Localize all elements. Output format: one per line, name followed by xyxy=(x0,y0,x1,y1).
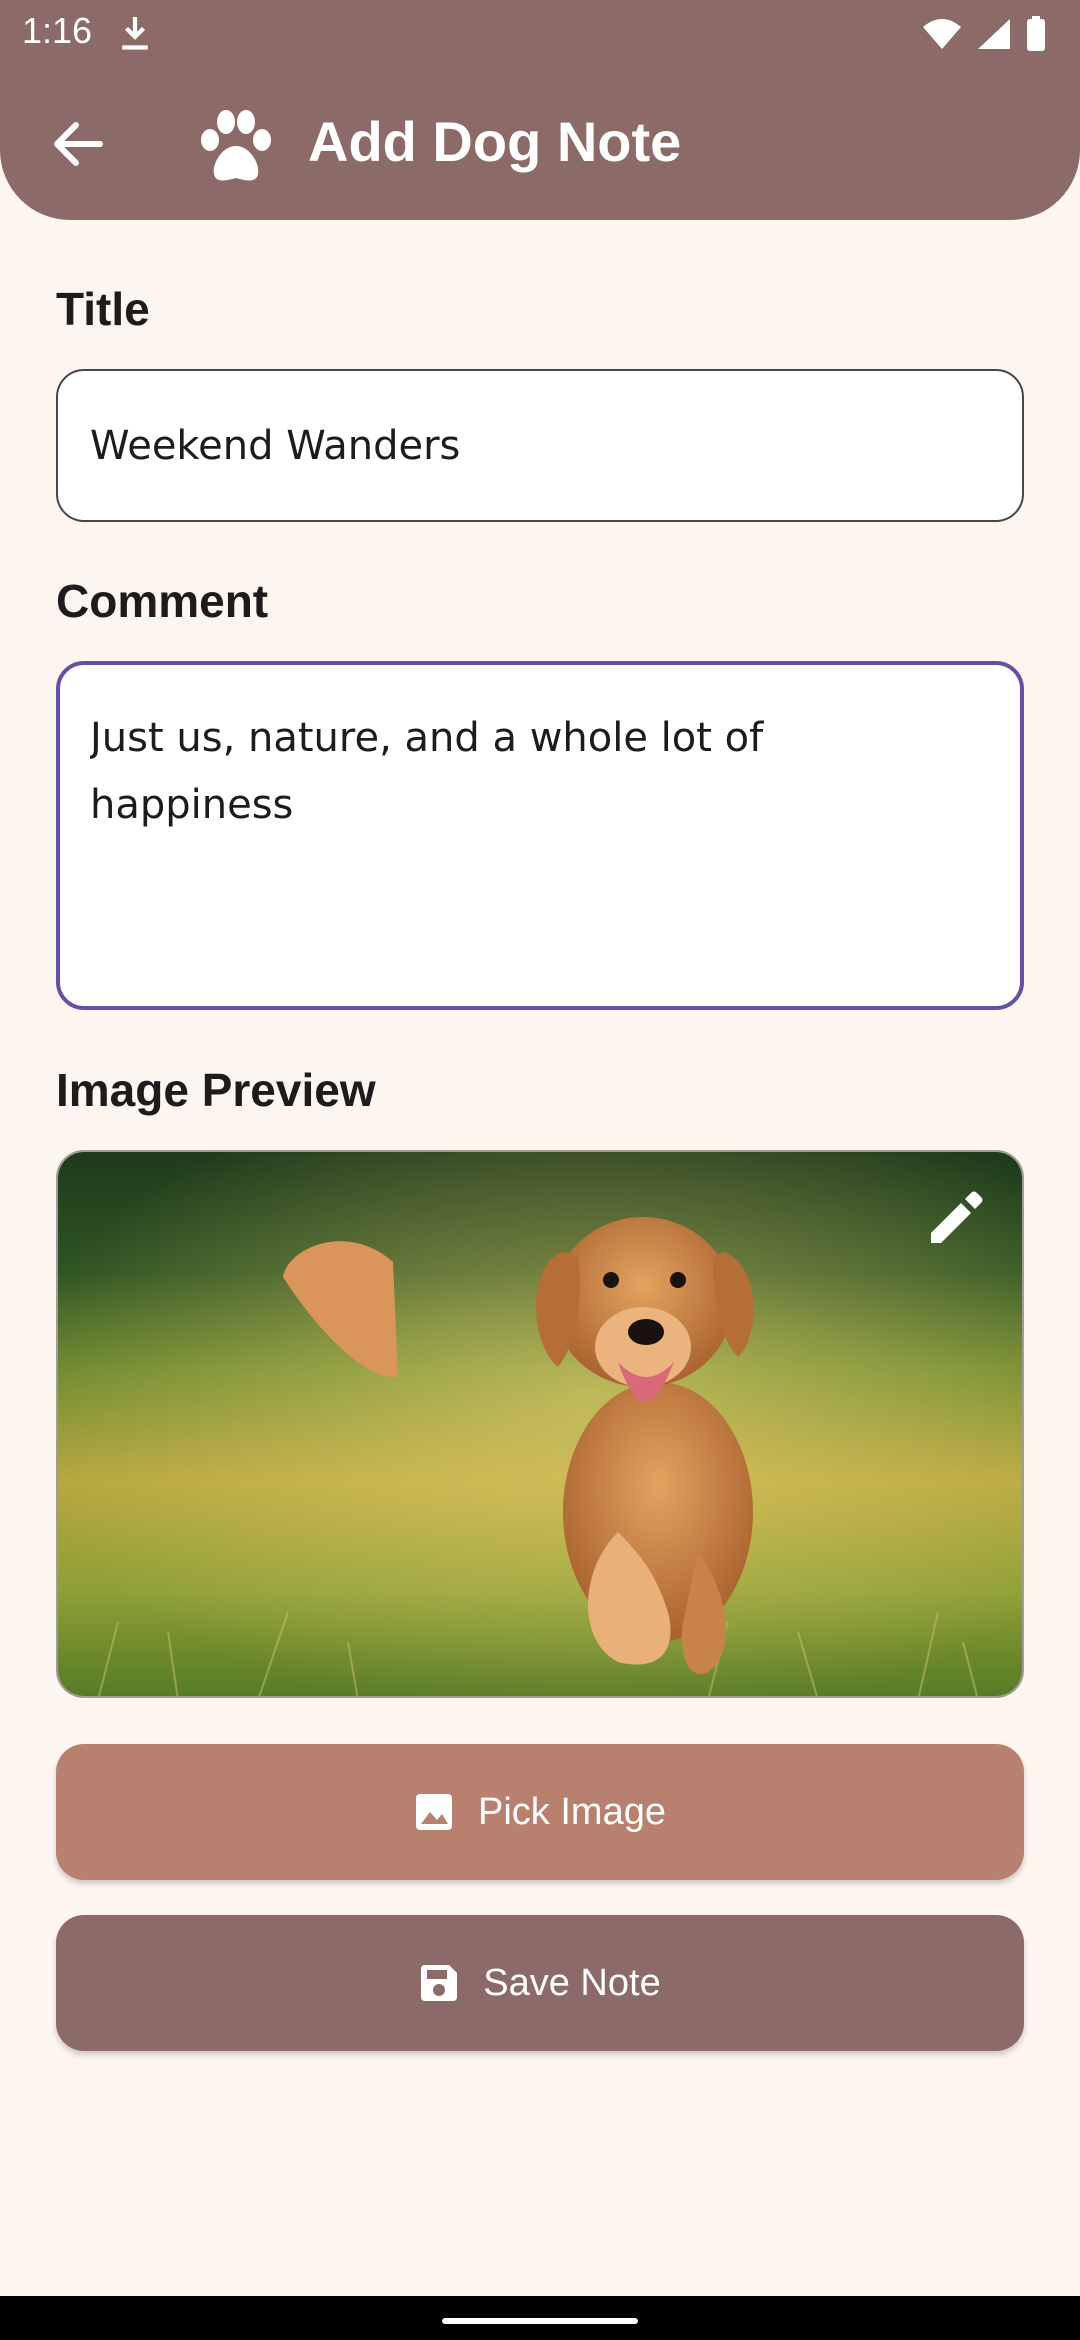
comment-field[interactable]: Just us, nature, and a whole lot of happ… xyxy=(56,661,1024,1010)
pencil-icon xyxy=(931,1191,983,1243)
battery-icon xyxy=(1027,16,1045,51)
edit-image-button[interactable] xyxy=(916,1178,996,1258)
status-bar: 1:16 xyxy=(0,0,1080,66)
home-indicator[interactable] xyxy=(442,2318,638,2324)
status-time: 1:16 xyxy=(22,10,93,51)
save-note-button[interactable]: Save Note xyxy=(56,1915,1024,2051)
back-button[interactable] xyxy=(38,104,118,184)
image-preview xyxy=(56,1150,1024,1698)
arrow-back-icon xyxy=(54,122,103,166)
save-note-label: Save Note xyxy=(483,1961,661,2004)
title-input[interactable] xyxy=(90,371,990,520)
signal-icon xyxy=(978,19,1010,49)
image-preview-label: Image Preview xyxy=(56,1064,376,1116)
wifi-icon xyxy=(923,19,961,49)
app-bar: 1:16 Add Dog Note xyxy=(0,0,1080,220)
floppy-disk-icon xyxy=(421,1965,458,2001)
page-title: Add Dog Note xyxy=(308,110,682,173)
paw-icon xyxy=(201,110,271,181)
download-icon xyxy=(122,17,148,50)
pick-image-button[interactable]: Pick Image xyxy=(56,1744,1024,1880)
comment-input[interactable]: Just us, nature, and a whole lot of happ… xyxy=(90,705,970,985)
dog-photo xyxy=(58,1152,1022,1696)
comment-label: Comment xyxy=(56,575,269,627)
title-field[interactable] xyxy=(56,369,1024,522)
image-icon xyxy=(416,1794,453,1830)
title-label: Title xyxy=(56,283,150,335)
pick-image-label: Pick Image xyxy=(478,1790,666,1833)
